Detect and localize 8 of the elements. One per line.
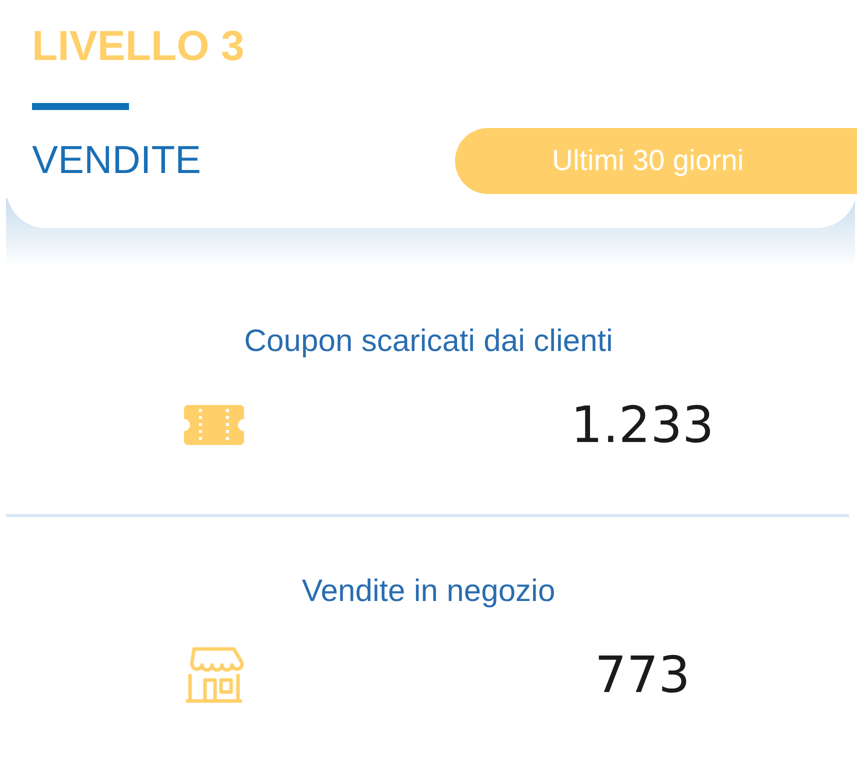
stat-value: 773 [594, 646, 690, 704]
stat-label: Vendite in negozio [302, 573, 556, 609]
stat-value: 1.233 [570, 396, 714, 454]
section-title: VENDITE [32, 139, 202, 183]
period-button[interactable]: Ultimi 30 giorni [455, 128, 857, 194]
level-title: LIVELLO 3 [32, 22, 246, 70]
ticket-icon [182, 403, 246, 447]
stat-label: Coupon scaricati dai clienti [244, 323, 613, 359]
